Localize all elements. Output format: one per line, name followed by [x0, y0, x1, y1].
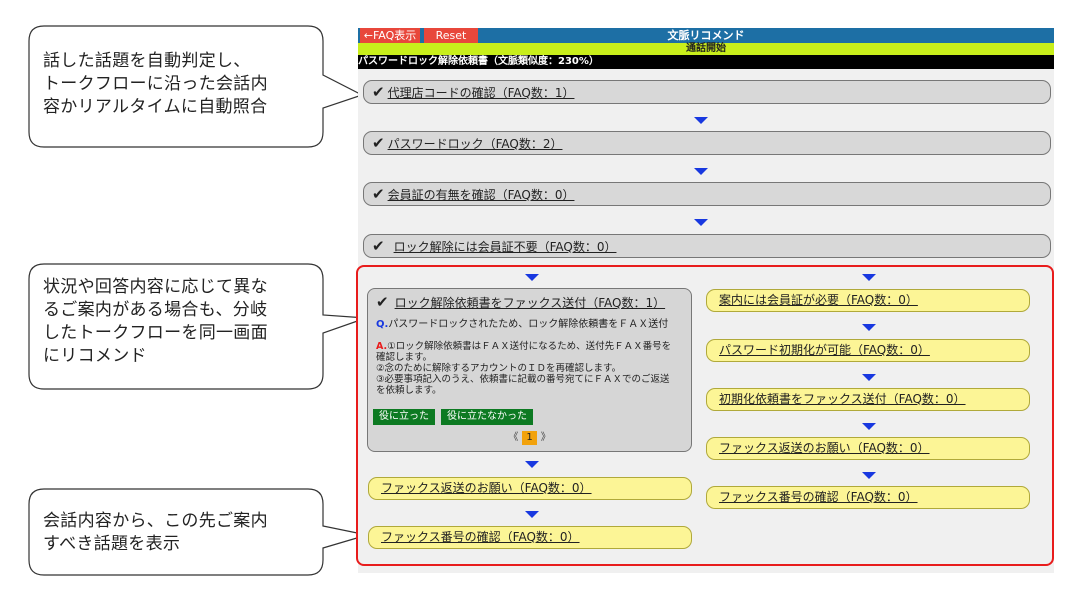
arrow-down-icon [694, 168, 708, 175]
check-icon: ✔ [372, 83, 385, 101]
pager-prev-button[interactable]: 《 [508, 432, 518, 443]
faq-pager: 《 1 》 [368, 431, 691, 445]
arrow-down-icon [694, 219, 708, 226]
left-branch-topic-2[interactable]: ファックス番号の確認（FAQ数：0） [368, 526, 692, 549]
helpful-button[interactable]: 役に立った [373, 409, 435, 425]
branch-topic-label: ファックス番号の確認（FAQ数：0） [719, 490, 918, 504]
answer-line: を依頼します。 [376, 385, 442, 396]
arrow-down-icon [862, 374, 876, 381]
callout-three-text: 会話内容から、この先ご案内 すべき話題を表示 [43, 511, 268, 554]
flow-topic-3[interactable]: ✔ 会員証の有無を確認（FAQ数：0） [363, 182, 1051, 206]
branch-topic-label: ファックス返送のお願い（FAQ数：0） [381, 481, 592, 495]
callout-two-text: 状況や回答内容に応じて異な るご案内がある場合も、分岐 したトークフローを同一画面に… [43, 277, 268, 366]
check-icon: ✔ [376, 293, 389, 311]
document-bar: パスワードロック解除依頼書（文脈類似度：230%） [358, 55, 1054, 69]
faq-question: Q.パスワードロックされたため、ロック解除依頼書をＦＡＸ送付 [376, 318, 683, 331]
left-branch-topic-1[interactable]: ファックス返送のお願い（FAQ数：0） [368, 477, 692, 500]
flow-topic-label: 会員証の有無を確認（FAQ数：0） [387, 188, 575, 202]
faq-answer: A.①ロック解除依頼書はＦＡＸ送付になるため、送付先ＦＡＸ番号を 確認します。 … [376, 341, 683, 396]
right-branch-topic-3[interactable]: 初期化依頼書をファックス送付（FAQ数：0） [706, 388, 1030, 411]
arrow-down-icon [862, 423, 876, 430]
matched-document: パスワードロック解除依頼書（文脈類似度：230%） [358, 56, 599, 67]
arrow-down-icon [525, 511, 539, 518]
answer-line: ③必要事項記入のうえ、依頼書に記載の番号宛てにＦＡＸでのご返送 [376, 374, 670, 385]
app-topbar: 文脈リコメンド ←FAQ表示 Reset [358, 28, 1054, 43]
branch-topic-label: 案内には会員証が必要（FAQ数：0） [719, 293, 918, 307]
flow-topic-4[interactable]: ✔ ロック解除には会員証不要（FAQ数：0） [363, 234, 1051, 258]
pager-current-page[interactable]: 1 [522, 431, 537, 445]
question-text: パスワードロックされたため、ロック解除依頼書をＦＡＸ送付 [388, 319, 669, 330]
topic-detail-card: ✔ ロック解除依頼書をファックス送付（FAQ数：1） Q.パスワードロックされたた… [367, 288, 692, 452]
branch-topic-label: パスワード初期化が可能（FAQ数：0） [719, 343, 930, 357]
answer-line: 確認します。 [376, 352, 433, 363]
arrow-down-icon [862, 324, 876, 331]
branch-topic-label: ファックス返送のお願い（FAQ数：0） [719, 441, 930, 455]
flow-topic-label: パスワードロック（FAQ数：2） [387, 137, 563, 151]
answer-line: ②念のために解除するアカウントのＩＤを再確認します。 [376, 363, 622, 374]
arrow-down-icon [694, 117, 708, 124]
not-helpful-button[interactable]: 役に立たなかった [441, 409, 533, 425]
call-status: 通話開始 [686, 43, 726, 54]
arrow-down-icon [525, 461, 539, 468]
right-branch-topic-2[interactable]: パスワード初期化が可能（FAQ数：0） [706, 339, 1030, 362]
pager-next-button[interactable]: 》 [541, 432, 551, 443]
right-branch-topic-1[interactable]: 案内には会員証が必要（FAQ数：0） [706, 289, 1030, 312]
branch-topic-label: 初期化依頼書をファックス送付（FAQ数：0） [719, 392, 966, 406]
branch-topic-label: ファックス番号の確認（FAQ数：0） [381, 530, 580, 544]
flow-topic-label: ロック解除には会員証不要（FAQ数：0） [393, 240, 617, 254]
call-status-bar: 通話開始 [358, 43, 1054, 55]
check-icon: ✔ [372, 185, 385, 203]
check-icon: ✔ [372, 134, 385, 152]
feedback-row: 役に立った 役に立たなかった [373, 409, 539, 425]
detail-heading[interactable]: ✔ ロック解除依頼書をファックス送付（FAQ数：1） [376, 293, 683, 312]
check-icon: ✔ [372, 237, 385, 255]
callout-one-text: 話した話題を自動判定し、 トークフローに沿った会話内 容かリアルタイムに自動照合 [43, 51, 268, 117]
answer-mark: A. [376, 341, 388, 352]
flow-topic-1[interactable]: ✔ 代理店コードの確認（FAQ数：1） [363, 80, 1051, 104]
reset-button[interactable]: Reset [424, 28, 478, 43]
question-mark: Q. [376, 319, 389, 330]
faq-display-button[interactable]: ←FAQ表示 [360, 28, 420, 43]
right-branch-topic-5[interactable]: ファックス番号の確認（FAQ数：0） [706, 486, 1030, 509]
arrow-down-icon [862, 472, 876, 479]
right-branch-topic-4[interactable]: ファックス返送のお願い（FAQ数：0） [706, 437, 1030, 460]
flow-topic-label: 代理店コードの確認（FAQ数：1） [387, 86, 575, 100]
answer-line: ①ロック解除依頼書はＦＡＸ送付になるため、送付先ＦＡＸ番号を [387, 341, 672, 352]
arrow-down-icon [862, 274, 876, 281]
arrow-down-icon [525, 274, 539, 281]
flow-topic-2[interactable]: ✔ パスワードロック（FAQ数：2） [363, 131, 1051, 155]
detail-topic-label: ロック解除依頼書をファックス送付（FAQ数：1） [394, 296, 666, 310]
